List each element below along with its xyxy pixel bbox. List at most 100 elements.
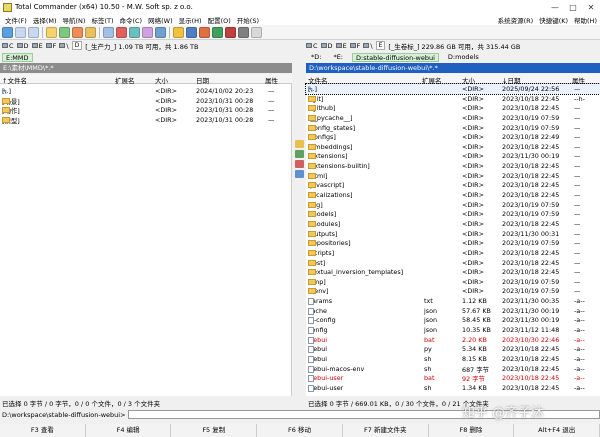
menu-tabs[interactable]: 标签(T): [88, 15, 116, 25]
thumbnail-icon[interactable]: [46, 26, 57, 38]
table-row[interactable]: webui bat 2.20 KB 2023/10/30 22:46 -a--: [306, 335, 600, 345]
full-view-icon[interactable]: [28, 26, 39, 38]
tab-left-arrow[interactable]: *D:: [308, 53, 324, 62]
more-icon[interactable]: [251, 26, 262, 38]
right-drive-f-button[interactable]: F: [349, 42, 360, 50]
move-icon[interactable]: [295, 150, 304, 158]
table-row[interactable]: [tmp] <DIR> 2023/10/19 07:59 —: [306, 277, 600, 287]
f7-mkdir-button[interactable]: F7 新建文件夹: [342, 424, 429, 437]
list-item[interactable]: ↰ [..] <DIR> 2024/10/02 20:23 —: [0, 86, 292, 96]
back-icon[interactable]: [199, 26, 210, 38]
list-item[interactable]: [场景] <DIR> 2023/10/31 00:28 —: [0, 96, 292, 106]
table-row[interactable]: [repositories] <DIR> 2023/10/19 07:59 —: [306, 238, 600, 248]
table-row[interactable]: [models] <DIR> 2023/10/19 07:59 —: [306, 209, 600, 219]
col-date[interactable]: 日期: [196, 75, 209, 85]
list-item[interactable]: [模型] <DIR> 2023/10/31 00:28 —: [0, 115, 292, 125]
table-row[interactable]: [textual_inversion_templates] <DIR> 2023/1…: [306, 267, 600, 277]
tree-icon[interactable]: [59, 26, 70, 38]
right-drive-d-button[interactable]: D: [320, 42, 333, 50]
sync-icon[interactable]: [155, 26, 166, 38]
right-tab-models[interactable]: D:models: [445, 53, 482, 62]
right-drive-select[interactable]: E: [375, 41, 386, 50]
unpack-icon[interactable]: [85, 26, 96, 38]
f8-delete-button[interactable]: F8 删除: [428, 424, 515, 437]
right-drive-c-button[interactable]: C: [306, 42, 318, 50]
drive-d-button[interactable]: D: [16, 42, 29, 50]
right-drive-e-button[interactable]: E: [335, 42, 347, 50]
table-row[interactable]: webui-user sh 1.34 KB 2023/10/18 22:45 -a--: [306, 383, 600, 393]
table-row[interactable]: [extensions] <DIR> 2023/11/30 00:19 —: [306, 151, 600, 161]
menu-system-resources[interactable]: 系统资源(R): [495, 15, 537, 25]
refresh-icon[interactable]: [2, 26, 13, 38]
minimize-button[interactable]: —: [546, 0, 564, 14]
table-row[interactable]: [venv] <DIR> 2023/10/19 07:59 —: [306, 286, 600, 296]
table-row[interactable]: ui-config json 58.45 KB 2023/11/30 00:19 -a-…: [306, 315, 600, 325]
table-row[interactable]: [extensions-builtin] <DIR> 2023/10/18 22:4…: [306, 161, 600, 171]
left-tab-mmd[interactable]: E:MMD: [2, 52, 33, 62]
menu-select[interactable]: 选择(M): [30, 15, 60, 25]
table-row[interactable]: [javascript] <DIR> 2023/10/18 22:45 —: [306, 180, 600, 190]
table-row[interactable]: config json 10.35 KB 2023/11/12 11:48 -a--: [306, 325, 600, 335]
delete-icon[interactable]: [295, 160, 304, 168]
table-row[interactable]: [html] <DIR> 2023/10/18 22:45 —: [306, 171, 600, 181]
col-size[interactable]: 大小: [155, 75, 168, 85]
col-attr[interactable]: 属性: [265, 75, 278, 85]
compare-icon[interactable]: [295, 170, 304, 178]
menu-show[interactable]: 显示(H): [176, 15, 205, 25]
table-row[interactable]: [config_states] <DIR> 2023/10/19 07:59 —: [306, 123, 600, 133]
menu-file[interactable]: 文件(F): [2, 15, 30, 25]
table-row[interactable]: webui-macos-env sh 687 字节 2023/10/18 22:45 -…: [306, 364, 600, 374]
table-row[interactable]: webui sh 8.15 KB 2023/10/18 22:45 -a--: [306, 354, 600, 364]
table-row[interactable]: cache json 57.67 KB 2023/11/30 00:19 -a--: [306, 306, 600, 316]
table-row[interactable]: [__pycache__] <DIR> 2023/10/19 07:59 —: [306, 113, 600, 123]
table-row[interactable]: [localizations] <DIR> 2023/10/18 22:45 —: [306, 190, 600, 200]
table-row[interactable]: [test] <DIR> 2023/10/18 22:45 —: [306, 258, 600, 268]
table-row[interactable]: ↰ [..] <DIR> 2025/09/24 22:56 —: [305, 83, 600, 95]
settings-icon[interactable]: [238, 26, 249, 38]
col-name[interactable]: ↑文件名: [2, 75, 27, 85]
tab-e[interactable]: *E:: [330, 53, 346, 62]
list-item[interactable]: [动作] <DIR> 2023/10/31 00:28 —: [0, 105, 292, 115]
table-row[interactable]: [modules] <DIR> 2023/10/18 22:45 —: [306, 219, 600, 229]
forward-icon[interactable]: [212, 26, 223, 38]
table-row[interactable]: [configs] <DIR> 2023/10/18 22:49 —: [306, 132, 600, 142]
f4-edit-button[interactable]: F4 编辑: [85, 424, 172, 437]
menu-navigate[interactable]: 导航(N): [60, 15, 89, 25]
table-row[interactable]: params txt 1.12 KB 2023/11/30 00:35 -a--: [306, 296, 600, 306]
f3-view-button[interactable]: F3 查看: [0, 424, 86, 437]
left-drive-select[interactable]: D: [71, 41, 83, 50]
zip-pack-icon[interactable]: [72, 26, 83, 38]
bookmark-icon[interactable]: [225, 26, 236, 38]
menu-start[interactable]: 开始(S): [234, 15, 262, 25]
table-row[interactable]: [scripts] <DIR> 2023/10/18 22:45 —: [306, 248, 600, 258]
menu-shortcuts[interactable]: 快捷键(K): [536, 15, 571, 25]
left-path-bar[interactable]: E:\素材\MMD\*.*: [0, 63, 292, 73]
menu-help[interactable]: 帮助(H): [571, 15, 600, 25]
copy-icon[interactable]: [295, 140, 304, 148]
ftp-icon[interactable]: [103, 26, 114, 38]
drive-net-button[interactable]: \: [59, 42, 69, 50]
altf4-exit-button[interactable]: Alt+F4 退出: [514, 424, 600, 437]
maximize-button[interactable]: □: [564, 0, 582, 14]
f5-copy-button[interactable]: F5 复制: [171, 424, 258, 437]
table-row[interactable]: webui-user bat 92 字节 2023/10/18 22:45 -a--: [306, 373, 600, 383]
terminal-icon[interactable]: [186, 26, 197, 38]
menu-commands[interactable]: 命令(C): [116, 15, 145, 25]
rename-icon[interactable]: [142, 26, 153, 38]
table-row[interactable]: [outputs] <DIR> 2023/11/30 00:31 —: [306, 229, 600, 239]
drive-c-button[interactable]: C: [2, 42, 14, 50]
drive-f-button[interactable]: F: [45, 42, 56, 50]
right-tab-sd-webui[interactable]: D:stable-diffusion-webui: [352, 52, 439, 62]
col-ext[interactable]: 扩展名: [115, 75, 135, 85]
notepad-icon[interactable]: [173, 26, 184, 38]
right-drive-net-button[interactable]: \: [363, 42, 373, 50]
drive-e-button[interactable]: E: [31, 42, 43, 50]
table-row[interactable]: [.github] <DIR> 2023/10/18 22:45 —: [306, 103, 600, 113]
close-button[interactable]: ✕: [582, 0, 600, 14]
table-row[interactable]: [log] <DIR> 2023/10/19 07:59 —: [306, 200, 600, 210]
brief-view-icon[interactable]: [15, 26, 26, 38]
right-path-bar[interactable]: D:\workspace\stable-diffusion-webui\*.*: [306, 63, 600, 73]
menu-network[interactable]: 网络(W): [145, 15, 176, 25]
stop-icon[interactable]: [116, 26, 127, 38]
search-icon[interactable]: [129, 26, 140, 38]
